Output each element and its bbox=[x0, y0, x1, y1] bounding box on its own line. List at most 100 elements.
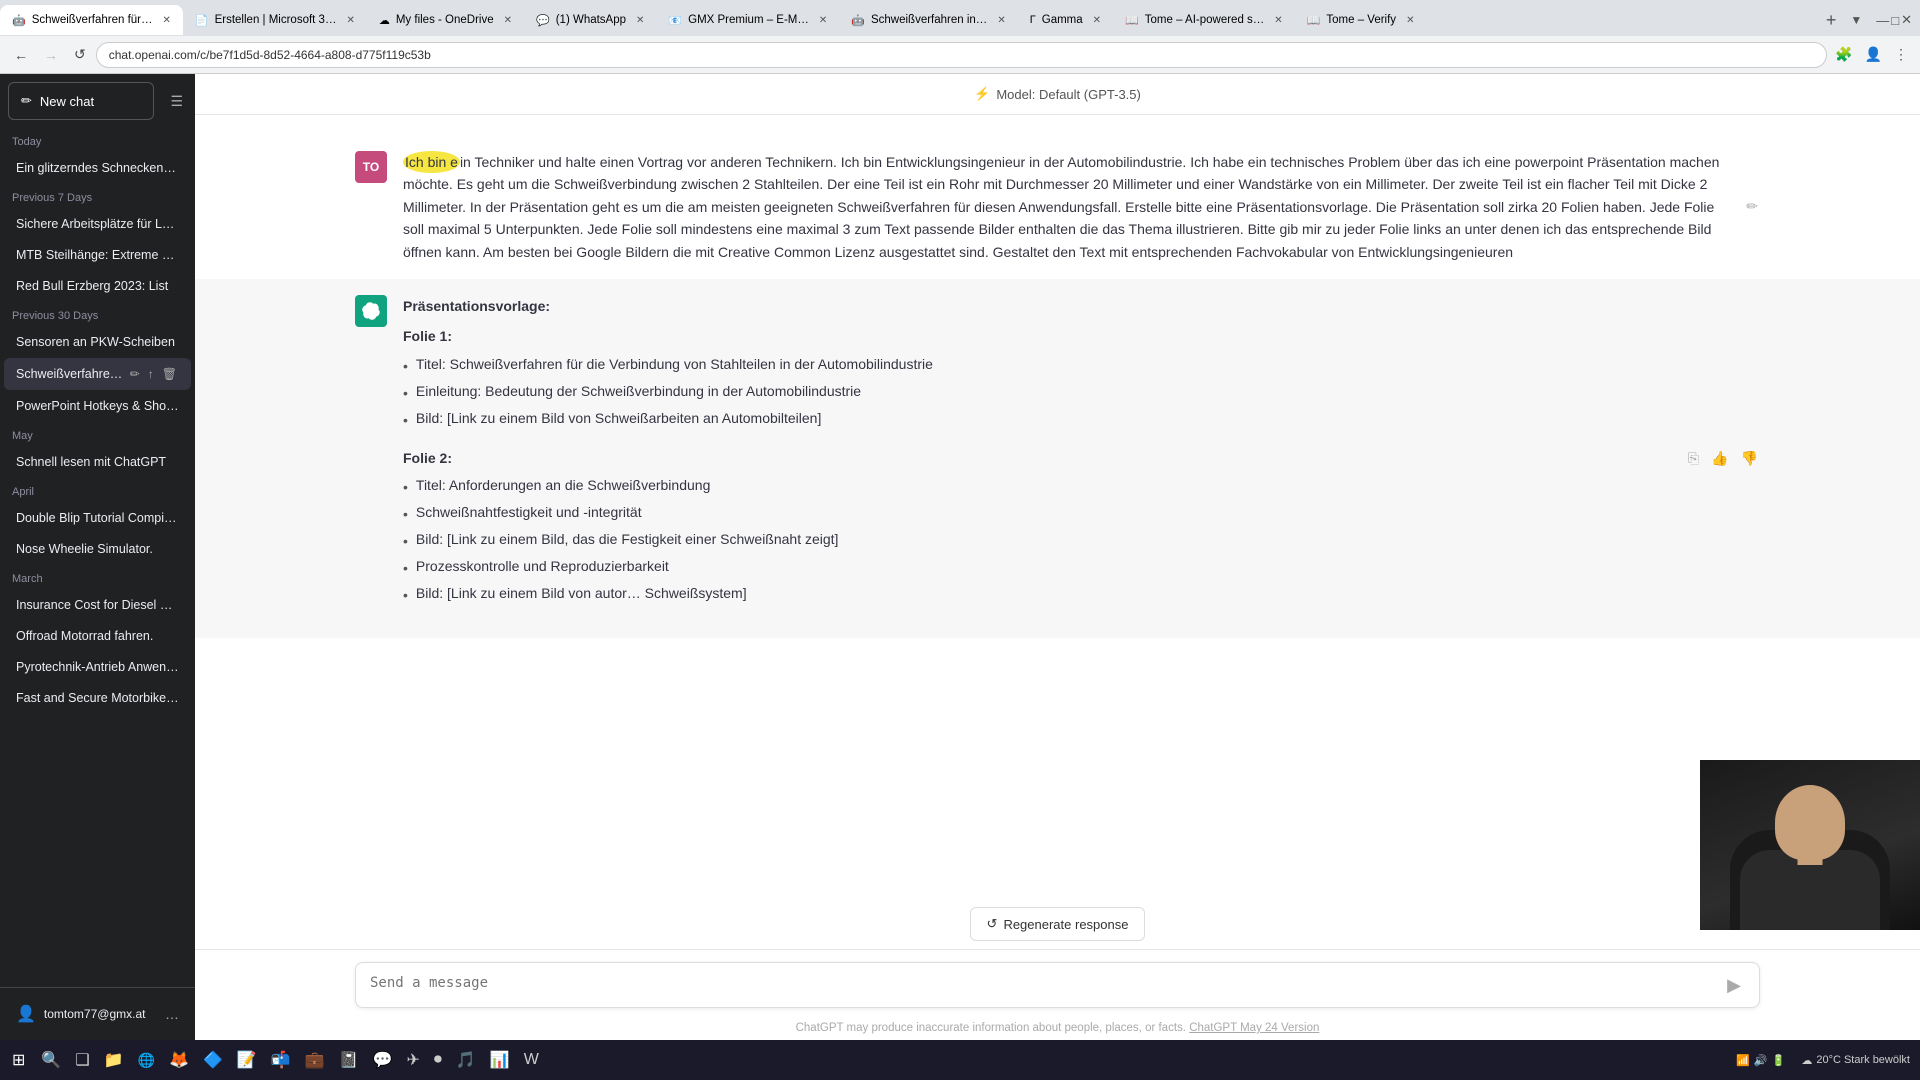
refresh-button[interactable]: ↺ bbox=[68, 42, 92, 67]
sidebar-item-delete[interactable]: 🗑 bbox=[160, 366, 179, 382]
chat-input-area: ▶ bbox=[195, 949, 1920, 1016]
sidebar-item[interactable]: Offroad Motorrad fahren. bbox=[4, 621, 191, 651]
taskbar-taskview[interactable]: ❑ bbox=[69, 1046, 95, 1074]
user-email: tomtom77@gmx.at bbox=[44, 1007, 157, 1021]
taskbar-outlook[interactable]: 📬 bbox=[265, 1046, 297, 1074]
close-button[interactable]: ✕ bbox=[1901, 12, 1912, 28]
browser-tab-tab4[interactable]: 💬(1) WhatsApp✕ bbox=[524, 5, 656, 35]
sidebar-item-actions: ✏ ↑ 🗑 bbox=[128, 366, 179, 382]
taskbar-chrome[interactable]: 🌐 bbox=[132, 1048, 161, 1073]
tab-close-button[interactable]: ✕ bbox=[997, 15, 1005, 26]
copy-message-button[interactable]: ⎘ bbox=[1686, 295, 1701, 622]
profile-button[interactable]: 👤 bbox=[1861, 44, 1886, 65]
maximize-button[interactable]: □ bbox=[1891, 12, 1899, 28]
sidebar-item[interactable]: MTB Steilhänge: Extreme Fah… bbox=[4, 240, 191, 270]
browser-tab-tab1[interactable]: 🤖Schweißverfahren für…✕ bbox=[0, 5, 183, 35]
taskbar-obs[interactable]: ⏺ bbox=[428, 1047, 448, 1073]
taskbar-search[interactable]: 🔍 bbox=[35, 1046, 67, 1074]
sidebar-item-text: Sensoren an PKW-Scheiben bbox=[16, 335, 179, 349]
thumbs-up-button[interactable]: 👍 bbox=[1709, 295, 1730, 622]
tab-close-button[interactable]: ✕ bbox=[346, 15, 354, 26]
taskbar-telegram[interactable]: ✈ bbox=[400, 1046, 425, 1074]
tab-favicon: 🤖 bbox=[12, 14, 26, 27]
taskbar-word[interactable]: 📝 bbox=[231, 1046, 263, 1074]
browser-chrome: 🤖Schweißverfahren für…✕📄Erstellen | Micr… bbox=[0, 0, 1920, 74]
sidebar-item-share[interactable]: ↑ bbox=[146, 366, 156, 382]
browser-tab-tab8[interactable]: 📖Tome – AI-powered s…✕ bbox=[1113, 5, 1295, 35]
sidebar-item[interactable]: Double Blip Tutorial Compilat… bbox=[4, 503, 191, 533]
taskbar-spotify[interactable]: 🎵 bbox=[450, 1046, 482, 1074]
tab-close-button[interactable]: ✕ bbox=[819, 15, 827, 26]
regenerate-button[interactable]: ↺ Regenerate response bbox=[970, 907, 1146, 941]
taskbar-onenote[interactable]: 📓 bbox=[333, 1046, 365, 1074]
bullet-item: •Bild: [Link zu einem Bild von autor… Sc… bbox=[403, 583, 1670, 606]
back-button[interactable]: ← bbox=[8, 43, 34, 67]
sidebar-item[interactable]: Sichere Arbeitsplätze für LKW… bbox=[4, 209, 191, 239]
user-avatar: TO bbox=[355, 151, 387, 183]
forward-button[interactable]: → bbox=[38, 43, 64, 67]
sidebar-item[interactable]: Sensoren an PKW-Scheiben bbox=[4, 327, 191, 357]
thumbs-down-button[interactable]: 👎 bbox=[1739, 295, 1760, 622]
settings-button[interactable]: ⋮ bbox=[1890, 44, 1912, 65]
minimize-button[interactable]: — bbox=[1876, 12, 1889, 28]
taskbar-weather: ☁ 20°C Stark bewölkt bbox=[1795, 1054, 1916, 1067]
browser-tab-tab2[interactable]: 📄Erstellen | Microsoft 3…✕ bbox=[183, 5, 367, 35]
webcam-overlay bbox=[1700, 760, 1920, 930]
address-bar[interactable]: chat.openai.com/c/be7f1d5d-8d52-4664-a80… bbox=[96, 42, 1827, 68]
taskbar-excel[interactable]: 📊 bbox=[484, 1046, 516, 1074]
new-tab-button[interactable]: + bbox=[1818, 10, 1845, 31]
taskbar-explorer[interactable]: 📁 bbox=[98, 1046, 130, 1074]
chat-input[interactable] bbox=[370, 973, 1715, 997]
tab-label: GMX Premium – E-M… bbox=[688, 14, 809, 26]
user-message-content: Ich bin ein Techniker und halte einen Vo… bbox=[403, 151, 1728, 263]
sidebar-item-text: Red Bull Erzberg 2023: List bbox=[16, 279, 179, 293]
tab-close-button[interactable]: ✕ bbox=[1274, 15, 1282, 26]
browser-tab-tab6[interactable]: 🤖Schweißverfahren in…✕ bbox=[839, 5, 1017, 35]
tab-close-button[interactable]: ✕ bbox=[1406, 15, 1414, 26]
tab-overflow-button[interactable]: ▼ bbox=[1844, 13, 1868, 27]
sidebar-collapse-button[interactable]: ☰ bbox=[166, 89, 187, 114]
tab-close-button[interactable]: ✕ bbox=[163, 15, 171, 26]
tab-favicon: 📧 bbox=[668, 14, 682, 27]
browser-tab-tab5[interactable]: 📧 GMX Premium – E-M… ✕ bbox=[656, 5, 839, 35]
taskbar-word2[interactable]: W bbox=[518, 1047, 545, 1073]
sidebar-item[interactable]: Red Bull Erzberg 2023: List bbox=[4, 271, 191, 301]
tab-close-button[interactable]: ✕ bbox=[636, 15, 644, 26]
new-chat-button[interactable]: ✏ New chat bbox=[8, 82, 154, 120]
regenerate-bar: ↺ Regenerate response bbox=[195, 899, 1920, 949]
start-button[interactable]: ⊞ bbox=[4, 1046, 33, 1074]
sidebar-footer: 👤 tomtom77@gmx.at … bbox=[0, 987, 195, 1040]
browser-tab-tab7[interactable]: ΓGamma✕ bbox=[1018, 5, 1113, 35]
sidebar-item-edit[interactable]: ✏ bbox=[128, 366, 142, 382]
tab-close-button[interactable]: ✕ bbox=[1093, 15, 1101, 26]
taskbar-whatsapp[interactable]: 💬 bbox=[367, 1046, 399, 1074]
bullet-dot: • bbox=[403, 356, 408, 377]
sidebar-item[interactable]: Insurance Cost for Diesel Car bbox=[4, 590, 191, 620]
sidebar-item[interactable]: Schnell lesen mit ChatGPT bbox=[4, 447, 191, 477]
disclaimer-link[interactable]: ChatGPT May 24 Version bbox=[1189, 1022, 1319, 1034]
tab-label: Erstellen | Microsoft 3… bbox=[215, 14, 337, 26]
tab-favicon: ☁ bbox=[379, 14, 390, 27]
regenerate-label: Regenerate response bbox=[1003, 917, 1128, 932]
model-label: Model: Default (GPT-3.5) bbox=[996, 87, 1141, 102]
sidebar-item[interactable]: Ein glitzerndes Schnecken-Ab… bbox=[4, 153, 191, 183]
taskbar-edge[interactable]: 🔷 bbox=[197, 1046, 229, 1074]
browser-tab-tab3[interactable]: ☁My files - OneDrive✕ bbox=[367, 5, 524, 35]
edit-message-button[interactable]: ✏ bbox=[1744, 151, 1760, 263]
tab-favicon: 📖 bbox=[1125, 14, 1139, 27]
taskbar-teams[interactable]: 💼 bbox=[299, 1046, 331, 1074]
tab-close-button[interactable]: ✕ bbox=[504, 15, 512, 26]
bullet-item: •Prozesskontrolle und Reproduzierbarkeit bbox=[403, 556, 1670, 579]
taskbar-network-icon: 📶 bbox=[1736, 1054, 1750, 1067]
browser-tab-tab9[interactable]: 📖Tome – Verify✕ bbox=[1295, 5, 1427, 35]
taskbar-firefox[interactable]: 🦊 bbox=[163, 1046, 195, 1074]
sidebar-item[interactable]: Schweißverfahren fü… ✏ ↑ 🗑 bbox=[4, 358, 191, 390]
sidebar-item[interactable]: Nose Wheelie Simulator. bbox=[4, 534, 191, 564]
sidebar-item[interactable]: Fast and Secure Motorbike Lo… bbox=[4, 683, 191, 713]
sidebar-item[interactable]: Pyrotechnik-Antrieb Anwend… bbox=[4, 652, 191, 682]
user-profile-button[interactable]: 👤 tomtom77@gmx.at … bbox=[8, 996, 187, 1032]
extensions-button[interactable]: 🧩 bbox=[1831, 44, 1856, 65]
weather-text: 20°C Stark bewölkt bbox=[1816, 1054, 1910, 1066]
send-button[interactable]: ▶ bbox=[1723, 975, 1745, 996]
sidebar-item[interactable]: PowerPoint Hotkeys & Shortc… bbox=[4, 391, 191, 421]
